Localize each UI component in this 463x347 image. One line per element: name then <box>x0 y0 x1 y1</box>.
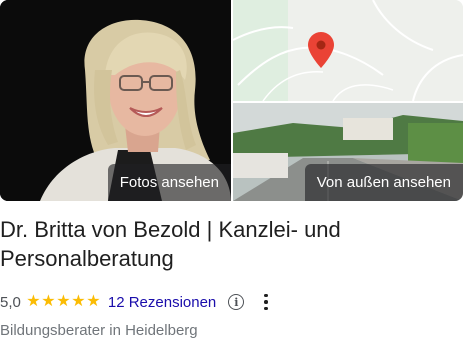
business-name: Dr. Britta von Bezold | Kanzlei- und Per… <box>0 217 341 271</box>
map-image <box>233 0 463 101</box>
reviews-link[interactable]: 12 Rezensionen <box>108 294 216 311</box>
rating-row: 5,0 ★ ★ ★ ★ ★ 12 Rezensionen i <box>0 291 272 313</box>
rating-value: 5,0 <box>0 293 21 311</box>
business-category: Bildungsberater in Heidelberg <box>0 322 198 339</box>
star-icon: ★ <box>56 293 71 310</box>
map-preview-tile[interactable] <box>233 0 463 101</box>
rating-stars: ★ ★ ★ ★ ★ <box>26 294 101 310</box>
view-from-outside-button[interactable]: Von außen ansehen <box>304 164 463 201</box>
map-pin-icon <box>308 32 334 68</box>
more-vertical-icon[interactable] <box>260 292 272 313</box>
star-icon: ★ <box>26 293 41 310</box>
info-circle-icon[interactable]: i <box>228 294 245 310</box>
star-icon: ★ <box>86 293 101 310</box>
star-icon: ★ <box>71 293 86 310</box>
street-view-tile[interactable]: Von außen ansehen <box>233 103 463 201</box>
view-photos-button[interactable]: Fotos ansehen <box>107 164 231 201</box>
star-icon: ★ <box>41 293 56 310</box>
business-photo-tile[interactable]: Fotos ansehen <box>0 0 231 201</box>
